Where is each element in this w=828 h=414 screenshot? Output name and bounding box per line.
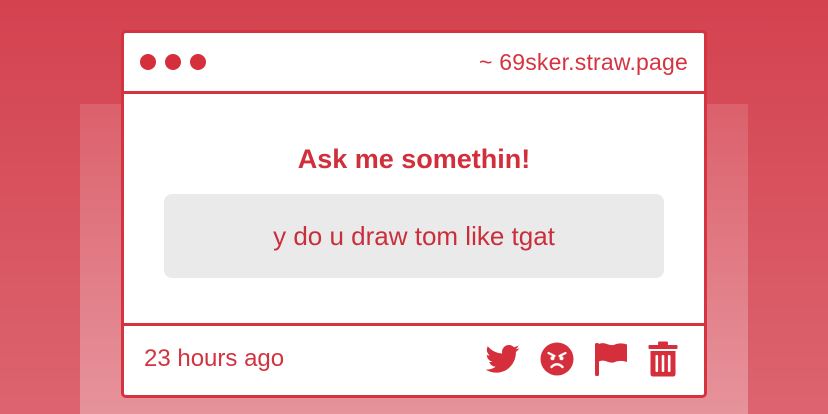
window-dot-2 <box>165 54 181 70</box>
question-section: Ask me somethin! y do u draw tom like tg… <box>124 94 704 326</box>
card-footer: 23 hours ago <box>124 326 704 392</box>
react-button[interactable] <box>540 342 574 376</box>
question-card: ~ 69sker.straw.page Ask me somethin! y d… <box>121 30 707 398</box>
timestamp: 23 hours ago <box>144 345 285 372</box>
window-dot-3 <box>190 54 206 70</box>
trash-icon <box>648 341 678 377</box>
action-bar <box>486 341 678 377</box>
report-button[interactable] <box>594 341 628 377</box>
window-dot-1 <box>140 54 156 70</box>
page-heading: Ask me somethin! <box>297 144 531 174</box>
question-text: y do u draw tom like tgat <box>273 220 555 251</box>
flag-icon <box>595 343 627 376</box>
window-dots <box>140 54 206 70</box>
question-text-box: y do u draw tom like tgat <box>164 194 664 278</box>
twitter-icon <box>486 344 520 373</box>
window-titlebar: ~ 69sker.straw.page <box>124 33 704 94</box>
share-twitter-button[interactable] <box>486 344 520 374</box>
delete-button[interactable] <box>648 341 678 377</box>
angry-face-icon <box>540 342 574 376</box>
site-url: ~ 69sker.straw.page <box>478 48 688 75</box>
